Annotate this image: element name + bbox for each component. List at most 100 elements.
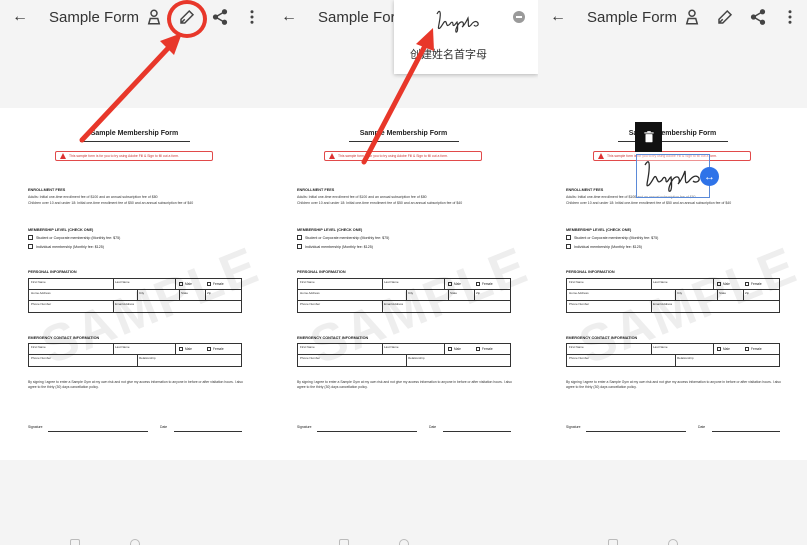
ec-gender-female[interactable]: Female xyxy=(745,347,762,351)
checkbox[interactable] xyxy=(745,347,749,351)
checkbox[interactable] xyxy=(448,282,452,286)
city-field[interactable]: City xyxy=(139,291,144,295)
ec-phone-field[interactable]: Phone Number xyxy=(300,356,320,360)
signature-line[interactable] xyxy=(48,431,148,432)
back-nav-icon[interactable] xyxy=(192,539,202,545)
home-icon[interactable] xyxy=(130,539,140,545)
zip-field[interactable]: Zip xyxy=(745,291,749,295)
arrow-left-icon[interactable]: ← xyxy=(281,8,297,26)
home-address-field[interactable]: Home Address xyxy=(300,291,320,295)
membership-option-1[interactable]: Student or Corporate membership (Monthly… xyxy=(297,235,389,240)
signature-line[interactable] xyxy=(317,431,417,432)
saved-signature[interactable] xyxy=(434,8,484,34)
checkbox[interactable] xyxy=(179,282,183,286)
checkbox[interactable] xyxy=(297,235,302,240)
ec-gender-male[interactable]: Male xyxy=(448,347,461,351)
date-line[interactable] xyxy=(443,431,511,432)
membership-option-1[interactable]: Student or Corporate membership (Monthly… xyxy=(566,235,658,240)
share-icon[interactable] xyxy=(209,6,231,28)
membership-option-1[interactable]: Student or Corporate membership (Monthly… xyxy=(28,235,120,240)
ec-gender-female[interactable]: Female xyxy=(207,347,224,351)
ec-gender-male[interactable]: Male xyxy=(717,347,730,351)
first-name-field[interactable]: First Name xyxy=(31,280,46,284)
arrow-left-icon[interactable]: ← xyxy=(550,8,566,26)
first-name-field[interactable]: First Name xyxy=(300,280,315,284)
state-field[interactable]: State xyxy=(181,291,188,295)
checkbox[interactable] xyxy=(745,282,749,286)
city-field[interactable]: City xyxy=(408,291,413,295)
phone-field[interactable]: Phone Number xyxy=(569,302,589,306)
resize-handle[interactable]: ↔ xyxy=(700,167,719,186)
zip-field[interactable]: Zip xyxy=(207,291,211,295)
checkbox[interactable] xyxy=(297,244,302,249)
ec-last-name-field[interactable]: Last Name xyxy=(653,345,668,349)
checkbox[interactable] xyxy=(28,244,33,249)
delete-signature-button[interactable] xyxy=(635,122,662,152)
checkbox[interactable] xyxy=(207,282,211,286)
checkbox[interactable] xyxy=(717,347,721,351)
checkbox[interactable] xyxy=(207,347,211,351)
signature-line[interactable] xyxy=(586,431,686,432)
more-vert-icon[interactable] xyxy=(779,6,801,28)
last-name-field[interactable]: Last Name xyxy=(384,280,399,284)
checkbox[interactable] xyxy=(476,282,480,286)
state-field[interactable]: State xyxy=(719,291,726,295)
share-icon[interactable] xyxy=(747,6,769,28)
email-field[interactable]: Email Address xyxy=(384,302,403,306)
placed-signature[interactable] xyxy=(636,154,710,198)
ec-relationship-field[interactable]: Relationship xyxy=(139,356,156,360)
home-icon[interactable] xyxy=(668,539,678,545)
gender-male[interactable]: Male xyxy=(717,282,730,286)
date-line[interactable] xyxy=(712,431,780,432)
checkbox[interactable] xyxy=(448,347,452,351)
membership-option-2[interactable]: Individual membership (Monthly fee: $125… xyxy=(566,244,642,249)
arrow-left-icon[interactable]: ← xyxy=(12,8,28,26)
checkbox[interactable] xyxy=(717,282,721,286)
back-nav-icon[interactable] xyxy=(461,539,471,545)
membership-option-2[interactable]: Individual membership (Monthly fee: $125… xyxy=(28,244,104,249)
last-name-field[interactable]: Last Name xyxy=(653,280,668,284)
zip-field[interactable]: Zip xyxy=(476,291,480,295)
recents-icon[interactable] xyxy=(608,539,618,545)
ec-relationship-field[interactable]: Relationship xyxy=(408,356,425,360)
home-address-field[interactable]: Home Address xyxy=(31,291,51,295)
gender-female[interactable]: Female xyxy=(207,282,224,286)
email-field[interactable]: Email Address xyxy=(115,302,134,306)
ec-relationship-field[interactable]: Relationship xyxy=(677,356,694,360)
phone-field[interactable]: Phone Number xyxy=(300,302,320,306)
ec-first-name-field[interactable]: First Name xyxy=(569,345,584,349)
gender-male[interactable]: Male xyxy=(179,282,192,286)
home-address-field[interactable]: Home Address xyxy=(569,291,589,295)
email-field[interactable]: Email Address xyxy=(653,302,672,306)
remove-circle-icon[interactable] xyxy=(513,11,525,23)
phone-field[interactable]: Phone Number xyxy=(31,302,51,306)
gender-male[interactable]: Male xyxy=(448,282,461,286)
ec-first-name-field[interactable]: First Name xyxy=(300,345,315,349)
recents-icon[interactable] xyxy=(70,539,80,545)
more-vert-icon[interactable] xyxy=(241,6,263,28)
ec-first-name-field[interactable]: First Name xyxy=(31,345,46,349)
checkbox[interactable] xyxy=(566,244,571,249)
create-initials-option[interactable]: 创建姓名首字母 xyxy=(410,46,487,62)
membership-option-2[interactable]: Individual membership (Monthly fee: $125… xyxy=(297,244,373,249)
recents-icon[interactable] xyxy=(339,539,349,545)
date-line[interactable] xyxy=(174,431,242,432)
home-icon[interactable] xyxy=(399,539,409,545)
city-field[interactable]: City xyxy=(677,291,682,295)
ec-gender-female[interactable]: Female xyxy=(476,347,493,351)
ec-last-name-field[interactable]: Last Name xyxy=(384,345,399,349)
ec-phone-field[interactable]: Phone Number xyxy=(569,356,589,360)
person-icon[interactable] xyxy=(681,6,703,28)
checkbox[interactable] xyxy=(476,347,480,351)
first-name-field[interactable]: First Name xyxy=(569,280,584,284)
ec-last-name-field[interactable]: Last Name xyxy=(115,345,130,349)
state-field[interactable]: State xyxy=(450,291,457,295)
checkbox[interactable] xyxy=(179,347,183,351)
ec-gender-male[interactable]: Male xyxy=(179,347,192,351)
ec-phone-field[interactable]: Phone Number xyxy=(31,356,51,360)
pen-icon[interactable] xyxy=(714,6,736,28)
last-name-field[interactable]: Last Name xyxy=(115,280,130,284)
checkbox[interactable] xyxy=(28,235,33,240)
gender-female[interactable]: Female xyxy=(476,282,493,286)
back-nav-icon[interactable] xyxy=(730,539,740,545)
